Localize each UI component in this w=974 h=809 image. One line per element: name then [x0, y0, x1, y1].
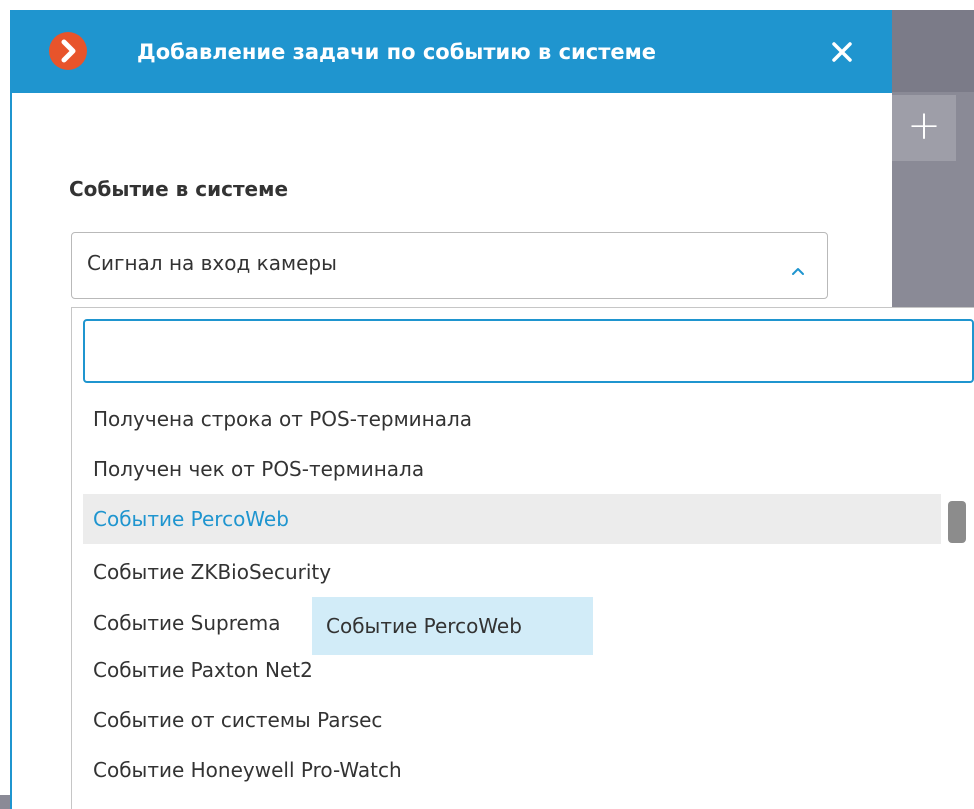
dropdown-option[interactable]: Событие от системы Parsec	[83, 695, 941, 745]
dropdown-search-input[interactable]	[83, 319, 974, 383]
dialog-title: Добавление задачи по событию в системе	[137, 40, 657, 64]
event-field-label: Событие в системе	[69, 177, 289, 201]
add-button[interactable]: +	[892, 95, 956, 161]
dropdown-scrollbar[interactable]	[948, 501, 966, 543]
page: + Добавление задачи по событию в системе…	[0, 0, 974, 809]
event-select[interactable]: Сигнал на вход камеры	[71, 232, 828, 299]
dropdown-option-selected[interactable]: Событие PercoWeb	[83, 494, 941, 544]
event-select-value: Сигнал на вход камеры	[87, 251, 337, 275]
option-tooltip: Событие PercoWeb	[312, 597, 593, 655]
dialog-border	[10, 93, 12, 809]
dialog-header: Добавление задачи по событию в системе	[10, 10, 892, 93]
dropdown-option[interactable]: Получена строка от POS-терминала	[83, 394, 941, 444]
dropdown-option[interactable]: Событие Honeywell Pro-Watch	[83, 745, 941, 795]
close-icon[interactable]	[828, 38, 856, 66]
dropdown-option[interactable]: Событие ZKBioSecurity	[83, 547, 941, 597]
dropdown-option[interactable]: Получен чек от POS-терминала	[83, 444, 941, 494]
chevron-up-icon	[791, 261, 805, 275]
event-dropdown-list: Получена строка от POS-терминала Получен…	[71, 307, 974, 809]
background-panel-header	[890, 10, 974, 92]
app-logo-icon	[49, 32, 87, 70]
